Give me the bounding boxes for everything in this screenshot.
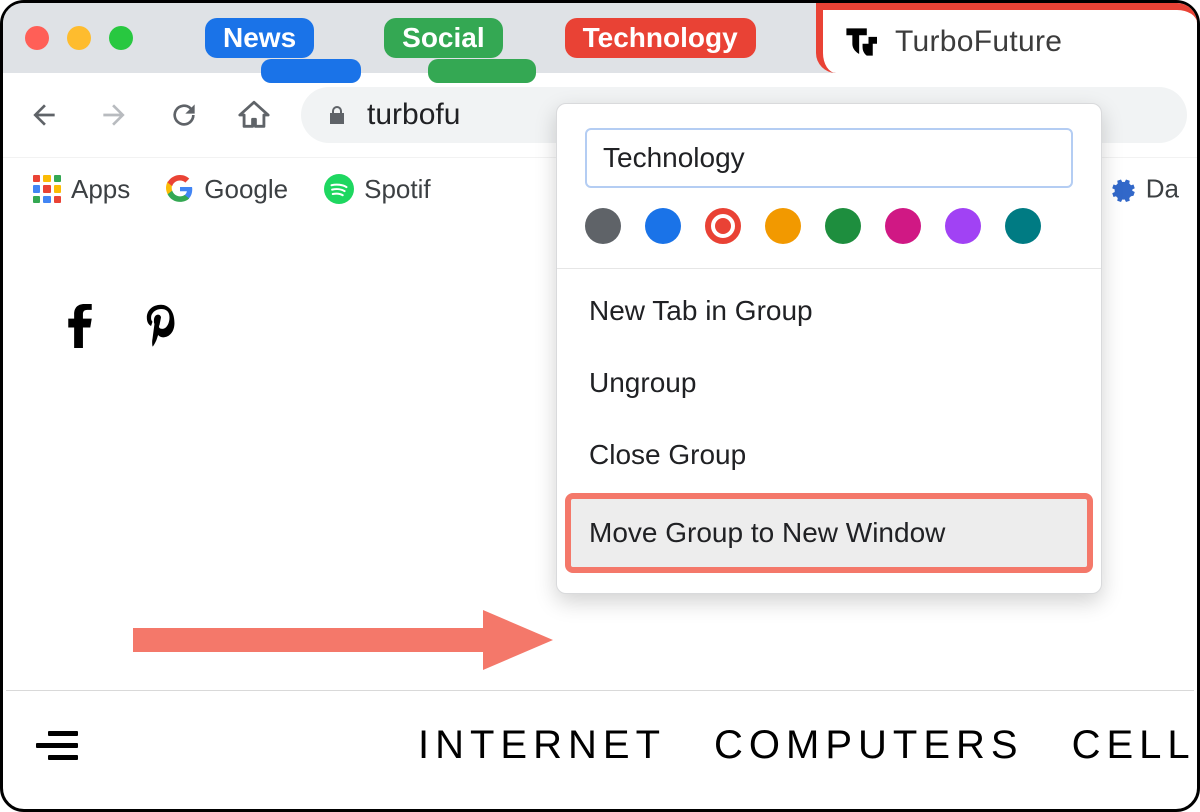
menu-button[interactable] xyxy=(36,731,78,760)
apps-shortcut[interactable]: Apps xyxy=(23,170,140,209)
color-blue[interactable] xyxy=(645,208,681,244)
nav-link-cell[interactable]: CELL xyxy=(1072,723,1194,768)
pinterest-icon[interactable] xyxy=(144,304,178,348)
gear-icon xyxy=(1106,174,1136,204)
group-color-picker xyxy=(557,208,1101,268)
color-grey[interactable] xyxy=(585,208,621,244)
color-cyan[interactable] xyxy=(1005,208,1041,244)
tab-strip: News Social Technology TurboFuture xyxy=(3,3,1197,73)
bookmark-spotify-label: Spotif xyxy=(364,174,431,205)
color-pink[interactable] xyxy=(885,208,921,244)
menu-move-group-new-window[interactable]: Move Group to New Window xyxy=(569,497,1089,569)
url-text: turbofu xyxy=(367,98,460,132)
tab-group-news[interactable]: News xyxy=(205,18,314,58)
color-purple[interactable] xyxy=(945,208,981,244)
back-button[interactable] xyxy=(21,92,67,138)
color-orange[interactable] xyxy=(765,208,801,244)
apps-icon xyxy=(33,175,61,203)
group-name-input[interactable] xyxy=(585,128,1073,188)
maximize-window-button[interactable] xyxy=(109,26,133,50)
active-tab-title: TurboFuture xyxy=(895,25,1062,59)
menu-new-tab-in-group[interactable]: New Tab in Group xyxy=(557,275,1101,347)
arrow-left-icon xyxy=(28,99,60,131)
menu-close-group[interactable]: Close Group xyxy=(557,419,1101,491)
extension-label: Da xyxy=(1146,174,1179,205)
extension-shortcut[interactable]: Da xyxy=(1106,174,1179,205)
active-tab[interactable]: TurboFuture xyxy=(816,3,1197,73)
facebook-icon[interactable] xyxy=(66,304,94,348)
reload-button[interactable] xyxy=(161,92,207,138)
bookmark-google[interactable]: Google xyxy=(156,170,298,209)
color-green[interactable] xyxy=(825,208,861,244)
bookmark-spotify[interactable]: Spotif xyxy=(314,170,441,209)
forward-button[interactable] xyxy=(91,92,137,138)
close-window-button[interactable] xyxy=(25,26,49,50)
reload-icon xyxy=(168,99,200,131)
tab-group-technology[interactable]: Technology xyxy=(565,18,756,58)
window-controls xyxy=(25,26,133,50)
apps-label: Apps xyxy=(71,174,130,205)
home-button[interactable] xyxy=(231,92,277,138)
bookmark-google-label: Google xyxy=(204,174,288,205)
lock-icon xyxy=(325,103,349,127)
minimize-window-button[interactable] xyxy=(67,26,91,50)
turbofuture-favicon xyxy=(843,25,877,59)
menu-ungroup[interactable]: Ungroup xyxy=(557,347,1101,419)
google-icon xyxy=(166,175,194,203)
spotify-icon xyxy=(324,174,354,204)
home-icon xyxy=(237,98,271,132)
nav-link-computers[interactable]: COMPUTERS xyxy=(714,723,1024,768)
site-nav: INTERNET COMPUTERS CELL xyxy=(6,690,1194,800)
nav-link-internet[interactable]: INTERNET xyxy=(418,723,666,768)
arrow-right-icon xyxy=(98,99,130,131)
tab-group-social[interactable]: Social xyxy=(384,18,502,58)
tab-group-context-menu: New Tab in Group Ungroup Close Group Mov… xyxy=(556,103,1102,594)
color-red[interactable] xyxy=(705,208,741,244)
